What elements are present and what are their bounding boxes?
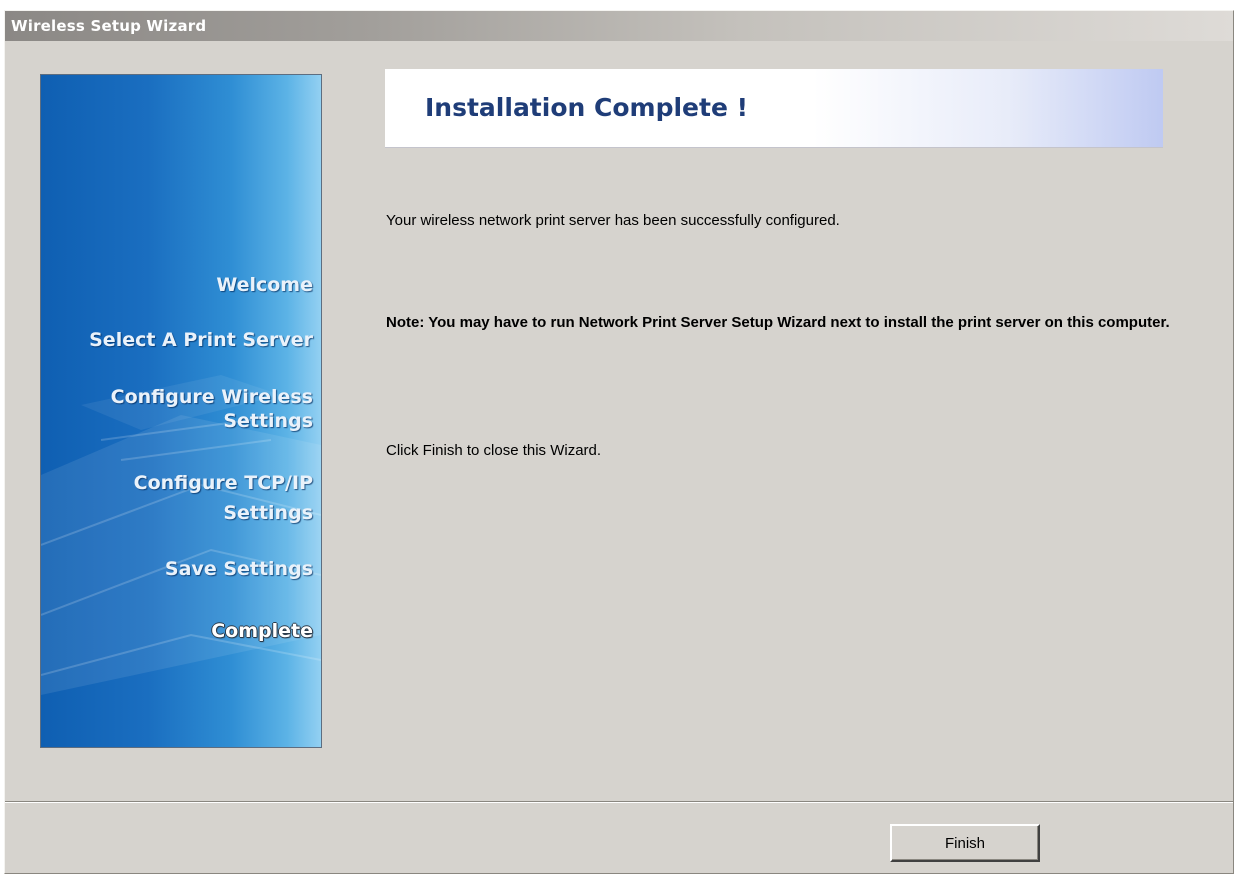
note-message: Note: You may have to run Network Print … [386, 314, 1170, 331]
step-welcome: Welcome [216, 274, 313, 296]
finish-button[interactable]: Finish [890, 824, 1040, 862]
page-title: Installation Complete ! [425, 93, 749, 122]
step-configure-tcpip-settings: Configure TCP/IP Settings [133, 472, 313, 524]
window-title: Wireless Setup Wizard [11, 17, 207, 35]
success-message: Your wireless network print server has b… [386, 212, 840, 229]
steps-sidebar: Welcome Select A Print Server Configure … [40, 74, 322, 748]
wizard-window: Wireless Setup Wizard Welcome Select A P… [4, 10, 1234, 874]
header-banner: Installation Complete ! [385, 69, 1163, 148]
step-select-print-server: Select A Print Server [89, 329, 313, 351]
finish-instruction: Click Finish to close this Wizard. [386, 442, 602, 459]
title-bar[interactable]: Wireless Setup Wizard [5, 11, 1233, 41]
footer-divider [5, 801, 1233, 803]
step-save-settings: Save Settings [164, 558, 313, 580]
step-complete: Complete [211, 620, 313, 642]
step-configure-wireless-settings: Configure Wireless Settings [110, 386, 313, 432]
